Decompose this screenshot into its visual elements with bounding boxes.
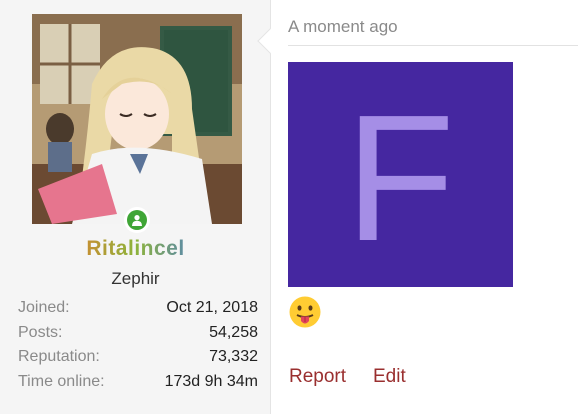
stat-label: Posts: bbox=[18, 323, 63, 341]
stat-label: Reputation: bbox=[18, 348, 100, 365]
online-status-indicator bbox=[124, 207, 150, 233]
stat-time-online: Time online: 173d 9h 34m bbox=[18, 370, 258, 395]
user-info-panel: Ritalincel Zephir Joined: Oct 21, 2018 P… bbox=[0, 0, 271, 414]
user-icon bbox=[132, 215, 142, 226]
post-image[interactable]: F bbox=[288, 62, 513, 287]
stat-value: 54,258 bbox=[209, 323, 258, 341]
username-link[interactable]: Ritalincel bbox=[0, 237, 271, 261]
user-stats: Joined: Oct 21, 2018 Posts: 54,258 Reput… bbox=[18, 296, 258, 394]
image-letter: F bbox=[345, 78, 455, 279]
avatar[interactable] bbox=[32, 14, 242, 224]
letter-f-graphic: F bbox=[288, 62, 513, 287]
avatar-illustration bbox=[32, 14, 242, 224]
stat-label: Time online: bbox=[18, 372, 105, 390]
report-button[interactable]: Report bbox=[289, 366, 346, 388]
user-title: Zephir bbox=[111, 269, 160, 288]
divider bbox=[288, 45, 578, 46]
stat-label: Joined: bbox=[18, 299, 70, 316]
stat-value: 73,332 bbox=[209, 348, 258, 365]
tongue-out-emoji-icon bbox=[288, 295, 322, 329]
stat-joined: Joined: Oct 21, 2018 bbox=[18, 296, 258, 321]
post-timestamp[interactable]: A moment ago bbox=[288, 17, 398, 37]
stat-posts: Posts: 54,258 bbox=[18, 321, 258, 346]
stat-reputation: Reputation: 73,332 bbox=[18, 345, 258, 370]
edit-button[interactable]: Edit bbox=[373, 366, 406, 388]
stat-value: 173d 9h 34m bbox=[164, 372, 258, 390]
stat-value: Oct 21, 2018 bbox=[166, 299, 258, 316]
